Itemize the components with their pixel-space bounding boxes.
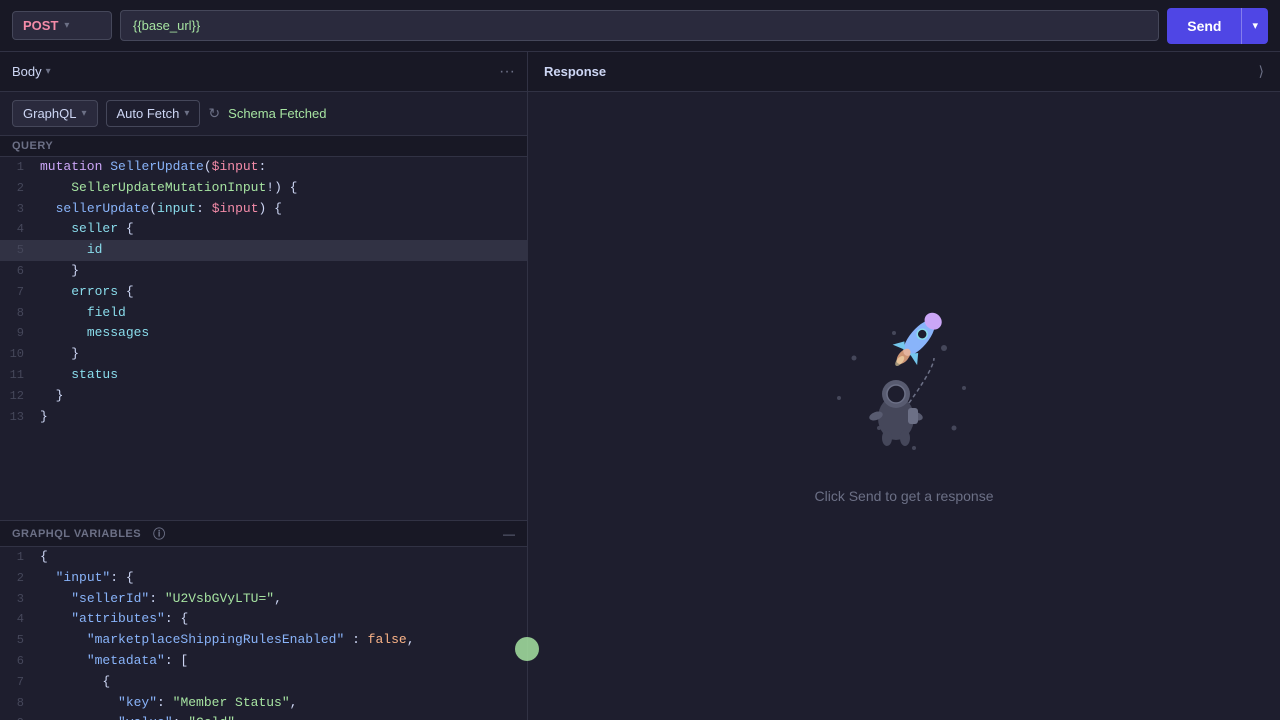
send-button[interactable]: Send	[1167, 8, 1241, 44]
chevron-down-icon: ▾	[64, 20, 69, 31]
variables-header-label: GRAPHQL VARIABLES	[12, 528, 141, 540]
variables-editor[interactable]: 1 { 2 "input": { 3 "sellerId": "U2VsbGVy…	[0, 547, 527, 720]
send-button-group: Send ▾	[1167, 8, 1268, 44]
method-label: POST	[23, 18, 58, 33]
var-line-8: 8 "key": "Member Status",	[0, 693, 527, 714]
body-tab-label: Body	[12, 64, 42, 79]
click-send-text: Click Send to get a response	[815, 488, 994, 504]
var-line-7: 7 {	[0, 672, 527, 693]
response-expand-icon[interactable]: ⟩	[1259, 63, 1264, 80]
query-line-7: 7 errors {	[0, 282, 527, 303]
graphql-chevron-icon: ▾	[81, 108, 86, 119]
rocket-illustration	[824, 308, 984, 468]
auto-fetch-button[interactable]: Auto Fetch ▾	[106, 100, 201, 127]
query-header-label: QUERY	[12, 140, 53, 152]
main-layout: Body ▾ ··· GraphQL ▾ Auto Fetch ▾ ↻ Sche…	[0, 52, 1280, 720]
graphql-toolbar: GraphQL ▾ Auto Fetch ▾ ↻ Schema Fetched	[0, 92, 527, 136]
var-line-1: 1 {	[0, 547, 527, 568]
query-section: QUERY 1 mutation SellerUpdate($input: 2 …	[0, 136, 527, 520]
query-line-6: 6 }	[0, 261, 527, 282]
var-line-9: 9 "value": "Gold"	[0, 713, 527, 720]
query-line-13: 13 }	[0, 407, 527, 428]
schema-fetched-label: Schema Fetched	[228, 106, 326, 121]
var-line-3: 3 "sellerId": "U2VsbGVyLTU=",	[0, 589, 527, 610]
variables-section: GRAPHQL VARIABLES ⓘ — 1 { 2 "input": {	[0, 520, 527, 720]
var-line-2: 2 "input": {	[0, 568, 527, 589]
response-title: Response	[544, 64, 606, 79]
query-line-10: 10 }	[0, 344, 527, 365]
left-panel: Body ▾ ··· GraphQL ▾ Auto Fetch ▾ ↻ Sche…	[0, 52, 528, 720]
auto-fetch-label: Auto Fetch	[117, 106, 180, 121]
body-tab[interactable]: Body ▾	[12, 64, 51, 79]
info-icon[interactable]: ⓘ	[153, 525, 166, 542]
query-line-8: 8 field	[0, 303, 527, 324]
query-editor[interactable]: 1 mutation SellerUpdate($input: 2 Seller…	[0, 157, 527, 520]
query-line-11: 11 status	[0, 365, 527, 386]
query-line-4: 4 seller {	[0, 219, 527, 240]
refresh-icon[interactable]: ↻	[208, 105, 220, 122]
top-bar: POST ▾ Send ▾	[0, 0, 1280, 52]
query-line-9: 9 messages	[0, 323, 527, 344]
more-options-icon[interactable]: ···	[499, 63, 515, 81]
query-line-12: 12 }	[0, 386, 527, 407]
var-line-6: 6 "metadata": [	[0, 651, 527, 672]
query-line-3: 3 sellerUpdate(input: $input) {	[0, 199, 527, 220]
send-dropdown-button[interactable]: ▾	[1242, 8, 1268, 44]
variables-section-header: GRAPHQL VARIABLES ⓘ —	[0, 521, 527, 547]
body-chevron-icon: ▾	[46, 66, 51, 77]
query-line-2: 2 SellerUpdateMutationInput!) {	[0, 178, 527, 199]
query-section-header: QUERY	[0, 136, 527, 157]
query-line-1: 1 mutation SellerUpdate($input:	[0, 157, 527, 178]
url-input[interactable]	[120, 10, 1159, 41]
var-line-5: 5 "marketplaceShippingRulesEnabled" : fa…	[0, 630, 527, 651]
body-tab-bar: Body ▾ ···	[0, 52, 527, 92]
auto-fetch-chevron-icon: ▾	[184, 108, 189, 119]
query-line-5: 5 id	[0, 240, 527, 261]
response-header: Response ⟩	[528, 52, 1280, 92]
graphql-select[interactable]: GraphQL ▾	[12, 100, 98, 127]
var-line-4: 4 "attributes": {	[0, 609, 527, 630]
graphql-label: GraphQL	[23, 106, 76, 121]
collapse-icon[interactable]: —	[503, 527, 515, 541]
method-select[interactable]: POST ▾	[12, 11, 112, 40]
right-panel: Response ⟩	[528, 52, 1280, 720]
response-body: Click Send to get a response	[528, 92, 1280, 720]
